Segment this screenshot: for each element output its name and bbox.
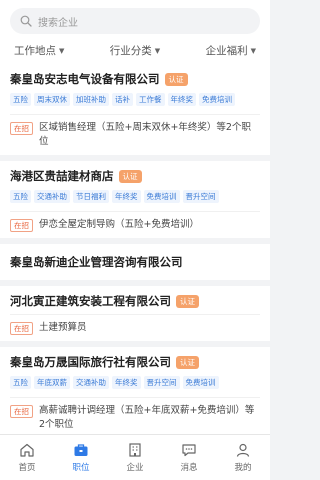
job-title: 高薪诚聘计调经理（五险+年底双薪+免费培训）等2个职位: [39, 405, 255, 430]
company-card[interactable]: 海港区贵喆建材商店 认证 五险 交通补助 节日福利 年终奖 免费培训 晋升空间 …: [0, 161, 270, 238]
caret-down-icon: ▼: [59, 46, 65, 55]
divider: [10, 314, 260, 315]
benefit-tag: 节日福利: [73, 190, 109, 203]
benefit-tag: 年终奖: [167, 93, 196, 106]
company-name: 秦皇岛安志电气设备有限公司: [10, 72, 160, 86]
top-bar: 搜索企业 工作地点 ▼ 行业分类 ▼ 企业福利 ▼: [0, 0, 270, 65]
company-card[interactable]: 秦皇岛万晟国际旅行社有限公司 认证 五险 年底双薪 交通补助 年终奖 晋升空间 …: [0, 347, 270, 434]
hiring-badge: 在招: [10, 405, 33, 418]
verified-badge: 认证: [118, 169, 142, 183]
tab-profile[interactable]: 我的: [216, 435, 270, 480]
caret-down-icon: ▼: [154, 46, 161, 55]
benefit-tags: 五险 年底双薪 交通补助 年终奖 晋升空间 免费培训: [10, 376, 260, 392]
company-name: 河北寅正建筑安装工程有限公司: [10, 294, 171, 308]
company-card[interactable]: 秦皇岛新迪企业管理咨询有限公司: [0, 244, 270, 280]
filter-location[interactable]: 工作地点 ▼: [14, 43, 64, 58]
verified-badge: 认证: [176, 355, 199, 369]
benefit-tag: 五险: [10, 376, 31, 389]
tab-home[interactable]: 首页: [0, 435, 54, 480]
company-list: 秦皇岛安志电气设备有限公司 认证 五险 周末双休 加班补助 话补 工作餐 年终奖…: [0, 64, 270, 434]
benefit-tag: 免费培训: [182, 376, 219, 389]
search-bar[interactable]: 搜索企业: [10, 8, 260, 34]
divider: [10, 211, 260, 212]
benefit-tag: 年终奖: [112, 190, 141, 203]
filter-row: 工作地点 ▼ 行业分类 ▼ 企业福利 ▼: [10, 34, 260, 65]
message-icon: [182, 444, 196, 457]
benefit-tag: 年底双薪: [34, 376, 70, 389]
job-row[interactable]: 在招 高薪诚聘计调经理（五险+年底双薪+免费培训）等2个职位: [10, 404, 260, 432]
tab-company[interactable]: 企业: [108, 435, 162, 480]
divider: [10, 114, 260, 115]
user-icon: [236, 443, 250, 457]
filter-benefits[interactable]: 企业福利 ▼: [206, 43, 256, 58]
benefit-tag: 免费培训: [199, 93, 235, 106]
company-name: 秦皇岛万晟国际旅行社有限公司: [10, 355, 171, 369]
building-icon: [129, 443, 141, 457]
tab-jobs[interactable]: 职位: [54, 435, 108, 480]
filter-industry[interactable]: 行业分类 ▼: [110, 43, 160, 58]
job-row[interactable]: 在招 土建预算员: [10, 321, 260, 335]
job-title: 伊恋全屋定制导购（五险+免费培训）: [39, 219, 199, 230]
company-card[interactable]: 秦皇岛安志电气设备有限公司 认证 五险 周末双休 加班补助 话补 工作餐 年终奖…: [0, 64, 270, 155]
benefit-tag: 交通补助: [73, 376, 109, 389]
benefit-tag: 免费培训: [143, 190, 180, 203]
hiring-badge: 在招: [10, 219, 33, 232]
job-row[interactable]: 在招 区域销售经理（五险+周末双休+年终奖）等2个职位: [10, 121, 260, 149]
job-title: 土建预算员: [39, 322, 87, 333]
benefit-tag: 工作餐: [136, 93, 165, 106]
verified-badge: 认证: [164, 72, 188, 86]
caret-down-icon: ▼: [250, 46, 256, 55]
hiring-badge: 在招: [10, 122, 33, 135]
verified-badge: 认证: [176, 294, 199, 308]
benefit-tag: 年终奖: [112, 376, 141, 389]
benefit-tag: 晋升空间: [143, 376, 180, 389]
benefit-tags: 五险 交通补助 节日福利 年终奖 免费培训 晋升空间: [10, 190, 260, 206]
job-row[interactable]: 在招 伊恋全屋定制导购（五险+免费培训）: [10, 218, 260, 232]
bottom-tab-bar: 首页 职位 企业 消息 我的: [0, 434, 270, 480]
hiring-badge: 在招: [10, 322, 33, 335]
benefit-tag: 五险: [10, 93, 31, 106]
benefit-tag: 五险: [10, 190, 31, 203]
search-icon: [20, 15, 32, 27]
benefit-tag: 周末双休: [34, 93, 70, 106]
benefit-tag: 话补: [112, 93, 133, 106]
benefit-tag: 加班补助: [73, 93, 109, 106]
company-card[interactable]: 河北寅正建筑安装工程有限公司 认证 在招 土建预算员: [0, 286, 270, 341]
home-icon: [20, 443, 34, 457]
divider: [10, 397, 260, 398]
search-placeholder: 搜索企业: [38, 17, 78, 29]
benefit-tags: 五险 周末双休 加班补助 话补 工作餐 年终奖 免费培训: [10, 93, 260, 109]
tab-messages[interactable]: 消息: [162, 435, 216, 480]
company-name: 海港区贵喆建材商店: [10, 169, 114, 183]
company-name: 秦皇岛新迪企业管理咨询有限公司: [10, 255, 183, 269]
briefcase-icon: [74, 444, 88, 456]
benefit-tag: 交通补助: [34, 190, 70, 203]
job-title: 区域销售经理（五险+周末双休+年终奖）等2个职位: [39, 122, 251, 147]
benefit-tag: 晋升空间: [182, 190, 219, 203]
